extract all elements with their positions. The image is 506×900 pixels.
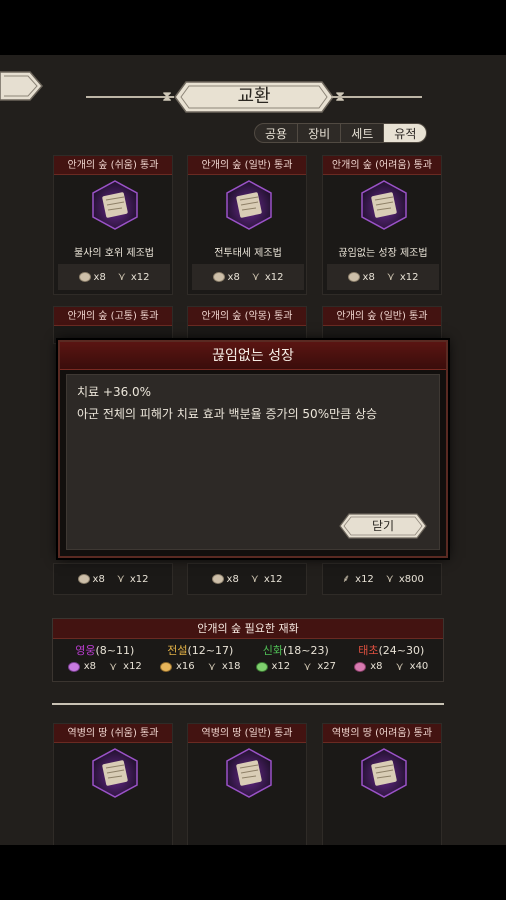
stone-icon bbox=[255, 662, 268, 672]
modal-body: 치료 +36.0% 아군 전체의 피해가 치료 효과 백분율 증가의 50%만큼… bbox=[66, 374, 440, 550]
card-header: 역병의 땅 (어려움) 통과 bbox=[323, 724, 441, 743]
branch-icon: ⋎ bbox=[303, 660, 312, 673]
effect-description: 아군 전체의 피해가 치료 효과 백분율 증가의 50%만큼 상승 bbox=[77, 407, 378, 421]
branch-icon: ⋎ bbox=[207, 660, 216, 673]
stone-icon bbox=[77, 574, 90, 584]
card-cost: x8 ⋎ x12 bbox=[187, 563, 307, 595]
tab-relic[interactable]: 유적 bbox=[383, 123, 428, 143]
stone-icon bbox=[67, 662, 80, 672]
card-header: 역병의 땅 (쉬움) 통과 bbox=[54, 724, 172, 743]
exchange-card[interactable]: 역병의 땅 (일반) 통과 bbox=[187, 723, 307, 845]
tier-hero: 영웅(8~11) x8 ⋎ x12 bbox=[57, 643, 153, 675]
stone-icon bbox=[354, 662, 367, 672]
exchange-card[interactable]: 역병의 땅 (어려움) 통과 bbox=[322, 723, 442, 845]
branch-icon: ⋎ bbox=[250, 572, 259, 585]
exchange-card[interactable]: 안개의 숲 (일반) 통과 전투태세 제조법 x8 ⋎ x12 bbox=[187, 155, 307, 295]
stone-icon bbox=[160, 662, 172, 672]
card-cost: x8 ⋎ x12 bbox=[58, 264, 170, 290]
card-header: 안개의 숲 (고통) 통과 bbox=[54, 307, 172, 326]
card-header: 안개의 숲 (일반) 통과 bbox=[323, 307, 441, 326]
branch-icon: ⋎ bbox=[386, 270, 395, 283]
branch-icon: ⋎ bbox=[395, 660, 404, 673]
stat-line: 치료 +36.0% bbox=[77, 385, 152, 399]
card-cost: ⸙ x12 ⋎ x800 bbox=[322, 563, 442, 595]
category-tabs: 공용 장비 세트 유적 bbox=[254, 123, 428, 145]
ornament-icon: ⧗ bbox=[162, 89, 172, 105]
card-header: 안개의 숲 (어려움) 통과 bbox=[323, 156, 441, 175]
modal-title: 끊임없는 성장 bbox=[60, 342, 446, 370]
scroll-icon bbox=[92, 180, 138, 230]
scroll-icon bbox=[361, 180, 407, 230]
card-cost: x8 ⋎ x12 bbox=[53, 563, 173, 595]
stone-icon bbox=[212, 272, 225, 282]
branch-icon: ⋎ bbox=[116, 572, 125, 585]
branch-icon: ⋎ bbox=[251, 270, 260, 283]
tab-equipment[interactable]: 장비 bbox=[297, 123, 342, 143]
card-header: 안개의 숲 (악몽) 통과 bbox=[188, 307, 306, 326]
stone-icon bbox=[347, 272, 360, 282]
letterbox-bottom bbox=[0, 845, 506, 900]
scroll-icon bbox=[226, 748, 272, 798]
card-cost: x8 ⋎ x12 bbox=[192, 264, 304, 290]
required-currency-panel: 안개의 숲 필요한 재화 영웅(8~11) x8 ⋎ x12 전설(12~17) … bbox=[52, 618, 444, 682]
item-detail-modal: 끊임없는 성장 치료 +36.0% 아군 전체의 피해가 치료 효과 백분율 증… bbox=[58, 340, 448, 558]
card-name: 끊임없는 성장 제조법 bbox=[338, 248, 428, 259]
exchange-card[interactable]: 안개의 숲 (악몽) 통과 bbox=[187, 306, 307, 344]
stone-icon bbox=[78, 272, 91, 282]
exchange-card[interactable]: 역병의 땅 (쉬움) 통과 bbox=[53, 723, 173, 845]
stone-icon bbox=[211, 574, 224, 584]
exchange-card[interactable]: 안개의 숲 (일반) 통과 bbox=[322, 306, 442, 344]
exchange-screen: ⧗ 교환 ⧗ 공용 장비 세트 유적 안개의 숲 (쉬움) 통과 불사의 호위 … bbox=[0, 55, 506, 845]
requirements-title: 안개의 숲 필요한 재화 bbox=[53, 619, 443, 639]
close-button[interactable]: 닫기 bbox=[339, 513, 427, 539]
card-header: 역병의 땅 (일반) 통과 bbox=[188, 724, 306, 743]
branch-icon: ⋎ bbox=[117, 270, 126, 283]
exchange-card[interactable]: 안개의 숲 (어려움) 통과 끊임없는 성장 제조법 x8 ⋎ x12 bbox=[322, 155, 442, 295]
tier-legend: 전설(12~17) x16 ⋎ x18 bbox=[153, 643, 249, 675]
card-header: 안개의 숲 (쉬움) 통과 bbox=[54, 156, 172, 175]
exchange-card[interactable]: 안개의 숲 (고통) 통과 bbox=[53, 306, 173, 344]
branch-icon: ⋎ bbox=[109, 660, 118, 673]
tier-myth: 신화(18~23) x12 ⋎ x27 bbox=[248, 643, 344, 675]
tab-set[interactable]: 세트 bbox=[340, 123, 385, 143]
scroll-icon bbox=[92, 748, 138, 798]
card-name: 불사의 호위 제조법 bbox=[74, 248, 154, 259]
title-plate: 교환 bbox=[174, 81, 334, 113]
card-cost: x8 ⋎ x12 bbox=[327, 264, 439, 290]
feather-icon: ⸙ bbox=[342, 572, 351, 585]
section-divider bbox=[52, 703, 444, 705]
close-button-label: 닫기 bbox=[371, 519, 395, 533]
card-header: 안개의 숲 (일반) 통과 bbox=[188, 156, 306, 175]
exchange-card[interactable]: 안개의 숲 (쉬움) 통과 불사의 호위 제조법 x8 ⋎ x12 bbox=[53, 155, 173, 295]
back-arrow-icon bbox=[0, 71, 43, 101]
back-button[interactable] bbox=[0, 70, 44, 102]
scroll-icon bbox=[226, 180, 272, 230]
scroll-icon bbox=[361, 748, 407, 798]
title-rule-right bbox=[332, 96, 422, 98]
tab-common[interactable]: 공용 bbox=[254, 123, 299, 143]
page-title: 교환 bbox=[237, 86, 271, 107]
tier-primal: 태초(24~30) x8 ⋎ x40 bbox=[344, 643, 440, 675]
card-name: 전투태세 제조법 bbox=[214, 248, 282, 259]
branch-icon: ⋎ bbox=[385, 572, 394, 585]
